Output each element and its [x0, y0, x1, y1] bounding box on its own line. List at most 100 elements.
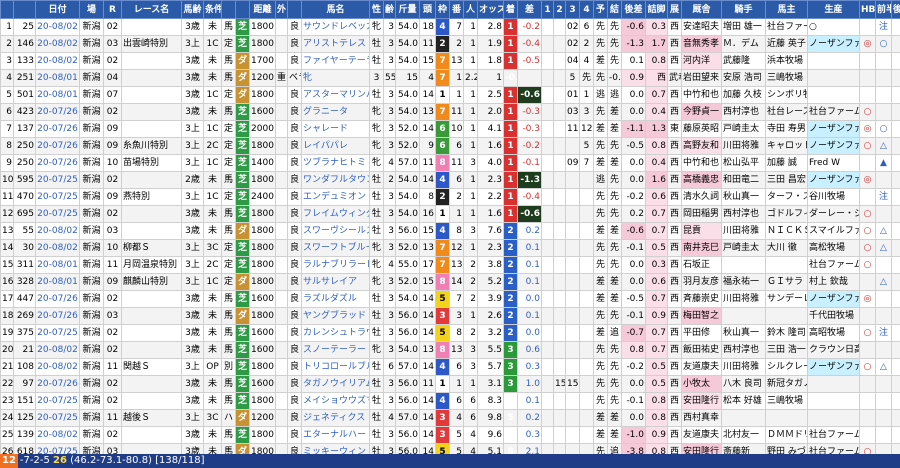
table-row[interactable]: 13 55 20-08/02 新潟 03 3歳未馬ダ 1800 良スワーヴシールズ牡 3 56.0… [0, 222, 900, 240]
cell-first-half: △ [875, 358, 892, 376]
cell-track-type: ダ [235, 273, 250, 291]
cell-finish: 2 [503, 222, 518, 240]
table-row[interactable]: 9 250 20-07/26 新潟 10 苗場特別 3上 1C 定芝 1400 良ツブラナヒトミ牝 4… [0, 154, 900, 172]
column-header[interactable]: R [103, 0, 122, 19]
cell-outer [275, 171, 288, 189]
table-row[interactable]: 143020-08/02新潟10柳都Ｓ3上3C定芝1800 良スワーフトブルーレ牝… [0, 239, 900, 257]
cell-pass-4 [579, 324, 594, 342]
cell-condition: 未 [203, 222, 222, 240]
column-header[interactable]: 頭 [419, 0, 436, 19]
race-results-grid[interactable]: 日付場 R レース名 馬齢 条件 距離外馬名性齢斤量頭枠番人オッズ着差 1 2 3 4 予結後差 詰脚… [0, 0, 900, 461]
cell-odds: 1.6 [477, 205, 504, 223]
column-header[interactable]: 差 [517, 0, 542, 19]
column-header[interactable]: 外 [275, 0, 288, 19]
column-header[interactable]: 番 [449, 0, 464, 19]
column-header[interactable] [287, 0, 302, 19]
cell-going: 良 [287, 103, 302, 121]
table-row[interactable]: 1937520-07/25新潟02 3歳未馬芝1600 良カレンシュトラウス牡356… [0, 324, 900, 342]
column-header[interactable]: 距離 [249, 0, 276, 19]
cell-trainer: 高野友和 [681, 137, 722, 155]
cell-waku: 7 [435, 103, 450, 121]
table-row[interactable]: 18 269 20-07/26 新潟 03 3歳未馬ダ 1800 良ヤングブラッド牡 3 56.0… [0, 307, 900, 325]
column-header[interactable]: 齢 [383, 0, 396, 19]
table-row[interactable]: 5 501 20-08/01 新潟 07 3歳 1C 定ダ 1800 良アスターマリンバ牡 3 54.… [0, 86, 900, 104]
cell-date: 20-08/01 [35, 69, 80, 87]
cell-umaban: 3 [449, 307, 464, 325]
column-header[interactable]: 予 [593, 0, 608, 19]
column-header[interactable]: 展 [667, 0, 682, 19]
table-row[interactable]: 6 423 20-07/26 新潟 02 3歳未馬芝 1600 良グラニータ牝 3 54.0 13 7… [0, 103, 900, 121]
column-header[interactable]: 性 [369, 0, 384, 19]
cell-margin: 1.0 [517, 375, 542, 393]
table-row[interactable]: 313320-08/02新潟023歳未馬ダ1700良ファイヤーテーラー牡354.… [0, 52, 900, 70]
table-row[interactable]: 15 311 20-08/01 新潟 11 月岡温泉特別 3上 2C 定芝 1800 良ラルナブリラ… [0, 256, 900, 274]
cell-popularity: 1 [463, 137, 478, 155]
cell-weight-rule: 馬 [221, 324, 236, 342]
table-row[interactable]: 425120-08/01新潟043歳未馬ダ1200重ベラール牝355.01547… [0, 69, 900, 87]
cell-first-half: ○ [875, 35, 892, 53]
table-row[interactable]: 2315120-07/25新潟02 3歳未馬芝1800 良メイショウウズマサ牡356… [0, 392, 900, 410]
column-header[interactable]: 結 [607, 0, 622, 19]
cell-condition: 2C [203, 256, 222, 274]
table-row[interactable]: 2 146 20-08/02 新潟 03 出雲崎特別 3上 1C 定芝 1800 良アリストテレス牡… [0, 35, 900, 53]
table-row[interactable]: 22 97 20-07/26 新潟 02 3歳未馬芝 1600 良タガノウイリアム牡 3 56.0… [0, 375, 900, 393]
column-header[interactable] [221, 0, 236, 19]
cell-pass-2 [553, 120, 566, 138]
table-row[interactable]: 2110820-08/02新潟11関越Ｓ3上OP別芝1800 良トリコロールブルー… [0, 358, 900, 376]
column-header[interactable]: 馬主 [765, 0, 808, 19]
column-header[interactable]: 馬名 [301, 0, 370, 19]
column-header[interactable]: 詰脚 [645, 0, 668, 19]
column-header[interactable]: 後差 [621, 0, 646, 19]
cell-popularity: 2.2 [463, 69, 478, 87]
column-header[interactable]: オッズ [477, 0, 504, 19]
cell-outer [275, 188, 288, 206]
table-row[interactable]: 16 328 20-08/01 新潟 09 麒麟山特別 3上 1C 定ダ 1800 良サルサレイア牝… [0, 273, 900, 291]
cell-pass-1 [541, 409, 554, 427]
column-header[interactable] [235, 0, 250, 19]
table-row[interactable]: 8 250 20-07/26 新潟 09 糸魚川特別 3上 2C 定芝 1800 良レイパパレ牝 3 5… [0, 137, 900, 155]
table-row[interactable]: 10 595 20-07/25 新潟 02 2歳未馬芝 1800 良ワンダフルタウン牡 2 54.… [0, 171, 900, 189]
column-header[interactable]: 条件 [203, 0, 222, 19]
cell-trainer: 西村真幸 [681, 409, 722, 427]
column-header[interactable] [0, 0, 14, 19]
column-header[interactable]: 3 [565, 0, 580, 19]
column-header[interactable] [13, 0, 36, 19]
column-header[interactable]: 日付 [35, 0, 80, 19]
column-header[interactable]: 場 [79, 0, 104, 19]
cell-second-half [891, 35, 900, 53]
column-header[interactable]: 後半 [891, 0, 900, 19]
cell-finish: 8 [503, 426, 518, 444]
column-header[interactable]: 人 [463, 0, 478, 19]
cell-closing: 0.7 [645, 341, 668, 359]
column-header[interactable]: 騎手 [721, 0, 766, 19]
table-row[interactable]: 7 137 20-07/26 新潟 09 3上 1C 定芝 2000 良シャレード牝 3 52.0 14… [0, 120, 900, 138]
column-header[interactable]: レース名 [121, 0, 182, 19]
cell-outer: 重 [275, 69, 288, 87]
cell-age-class: 3歳 [181, 307, 204, 325]
table-row[interactable]: 1269520-07/25新潟02 3歳未馬芝1800 良フレイムウィングス牡354… [0, 205, 900, 223]
table-row[interactable]: 25 139 20-08/02 新潟 02 3歳未馬芝 1800 良エターナルハート牡 3 56.… [0, 426, 900, 444]
column-header[interactable]: 2 [553, 0, 566, 19]
table-row[interactable]: 1 25 20-08/02 新潟 02 3歳未馬芝 1800 良サウンドレベッカ牝 3 54.0 1… [0, 18, 900, 36]
cell-pass-4 [579, 222, 594, 240]
column-header[interactable]: 枠 [435, 0, 450, 19]
column-header[interactable]: 馬齢 [181, 0, 204, 19]
column-header[interactable]: 斤量 [395, 0, 420, 19]
column-header[interactable]: 4 [579, 0, 594, 19]
table-row[interactable]: 11 470 20-07/25 新潟 09 燕特別 3上 1C 定芝 2400 良エンデュミオン牡 3… [0, 188, 900, 206]
column-header[interactable]: 着 [503, 0, 518, 19]
column-header[interactable]: 厩舎 [681, 0, 722, 19]
cell-second-half [891, 188, 900, 206]
cell-distance: 1700 [249, 52, 276, 70]
cell-closing: 0.8 [645, 137, 668, 155]
table-row[interactable]: 20 21 20-08/02 新潟 02 3歳未馬芝 1600 良スノーテーラー牝 3 54.0 1… [0, 341, 900, 359]
column-header[interactable]: 生産 [807, 0, 860, 19]
column-header[interactable]: HB [859, 0, 876, 19]
column-header[interactable]: 1 [541, 0, 554, 19]
table-row[interactable]: 17 447 20-07/26 新潟 02 3歳未馬芝 1600 良ラズルダズル牡 3 54.0 1… [0, 290, 900, 308]
table-row[interactable]: 24 125 20-07/25 新潟 11 越後Ｓ 3上 3C ハダ 1200 良ジェネティクス牡 4… [0, 409, 900, 427]
cell-pass-1 [541, 137, 554, 155]
cell-owner: ＤＭＭドリー [765, 426, 808, 444]
column-header[interactable]: 前半 [875, 0, 892, 19]
cell-odds: 9.6 [477, 426, 504, 444]
